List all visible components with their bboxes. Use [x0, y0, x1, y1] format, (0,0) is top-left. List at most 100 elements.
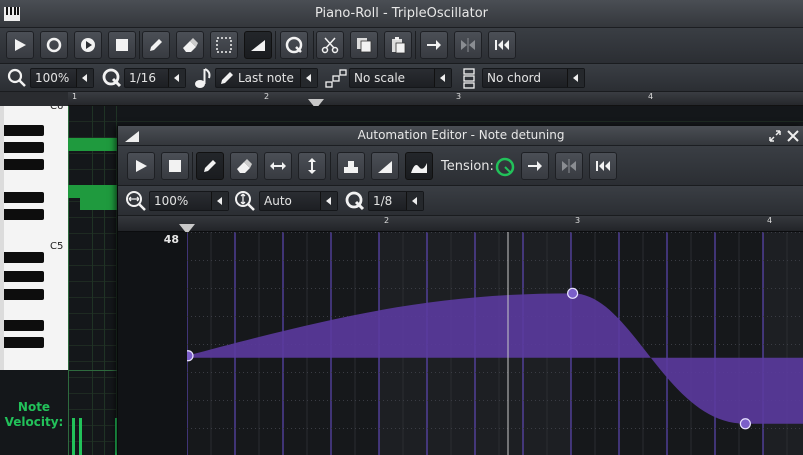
note-block[interactable] — [80, 198, 118, 210]
white-key[interactable] — [4, 223, 68, 242]
scale-icon — [325, 68, 347, 92]
toolbar-separator — [275, 31, 276, 59]
horizontal-zoom-value: 100% — [154, 194, 189, 208]
flip-horizontal-button[interactable] — [264, 152, 292, 180]
automation-zoom-toolbar: 100% Auto 1/8 — [118, 186, 803, 216]
vertical-zoom-value: Auto — [264, 194, 292, 208]
automation-draw-mode-button[interactable] — [196, 152, 224, 180]
chevron-left-icon — [211, 192, 228, 210]
loop-points-button[interactable] — [454, 31, 482, 59]
automation-stop-behaviour-button[interactable] — [589, 152, 617, 180]
chord-combobox[interactable]: No chord — [482, 68, 585, 88]
toolbar-separator — [415, 31, 416, 59]
chevron-left-icon — [300, 69, 317, 87]
octave-label-c6: C6 — [50, 106, 64, 112]
piano-roll-titlebar: Piano-Roll - TripleOscillator — [0, 0, 803, 28]
stop-button[interactable] — [108, 31, 136, 59]
quantize-button[interactable] — [280, 31, 308, 59]
white-key[interactable] — [4, 169, 68, 188]
automation-graph[interactable] — [187, 232, 803, 455]
black-key[interactable] — [4, 209, 44, 220]
automation-autoscroll-button[interactable] — [521, 152, 549, 180]
pencil-icon — [219, 70, 235, 91]
piano-roll-options-toolbar: 100% 1/16 Last note No scale No chord — [0, 64, 803, 92]
stop-behaviour-button[interactable] — [488, 31, 516, 59]
automation-erase-mode-button[interactable] — [230, 152, 258, 180]
horizontal-zoom-combobox[interactable]: 100% — [149, 191, 229, 211]
scale-value: No scale — [354, 71, 406, 85]
timeline-mark: 4 — [767, 216, 773, 225]
time-line-autoscroll-button[interactable] — [420, 31, 448, 59]
quantize-combobox[interactable]: 1/16 — [124, 68, 186, 88]
black-key[interactable] — [4, 125, 44, 136]
grid-beat-line — [104, 106, 105, 455]
chevron-left-icon — [76, 69, 93, 87]
automation-control-point[interactable] — [739, 418, 751, 430]
timeline-mark: 3 — [575, 216, 581, 225]
toolbar-separator — [330, 152, 331, 180]
toolbar-separator — [192, 152, 193, 180]
scale-combobox[interactable]: No scale — [349, 68, 452, 88]
automation-control-point[interactable] — [187, 350, 194, 362]
piano-roll-title: Piano-Roll - TripleOscillator — [314, 6, 489, 21]
record-while-playing-button[interactable] — [74, 31, 102, 59]
note-length-icon — [193, 67, 213, 93]
select-mode-button[interactable] — [210, 31, 238, 59]
erase-mode-button[interactable] — [176, 31, 204, 59]
chevron-left-icon — [320, 192, 337, 210]
black-key[interactable] — [4, 271, 44, 282]
black-key[interactable] — [4, 289, 44, 300]
draw-mode-button[interactable] — [142, 31, 170, 59]
automation-main-toolbar: Tension: — [118, 146, 803, 186]
automation-stop-button[interactable] — [161, 152, 189, 180]
black-key[interactable] — [4, 320, 44, 331]
velocity-bar[interactable] — [72, 418, 75, 455]
chevron-left-icon — [434, 69, 451, 87]
pitch-bend-mode-button[interactable] — [244, 31, 272, 59]
black-key[interactable] — [4, 337, 44, 348]
note-block[interactable] — [68, 138, 118, 151]
toolbar-separator — [139, 31, 140, 59]
automation-editor-title: Automation Editor - Note detuning — [357, 128, 565, 142]
flip-vertical-button[interactable] — [298, 152, 326, 180]
black-key[interactable] — [4, 159, 44, 170]
velocity-bar[interactable] — [79, 418, 82, 455]
linear-progression-button[interactable] — [371, 152, 399, 180]
zoom-value: 100% — [35, 71, 70, 85]
note-block[interactable] — [68, 185, 118, 198]
piano-keyboard[interactable]: C6 C5 — [0, 106, 68, 370]
black-key[interactable] — [4, 252, 44, 263]
automation-play-button[interactable] — [127, 152, 155, 180]
octave-label-c5: C5 — [50, 241, 64, 252]
note-length-combobox[interactable]: Last note — [215, 68, 318, 88]
white-key[interactable] — [4, 349, 68, 370]
zoom-combobox[interactable]: 100% — [30, 68, 94, 88]
piano-roll-main-toolbar — [0, 28, 803, 64]
grid-bar-line — [68, 106, 69, 455]
automation-control-point[interactable] — [567, 287, 579, 299]
discrete-progression-button[interactable] — [337, 152, 365, 180]
chevron-left-icon — [406, 192, 423, 210]
timeline-left-corner — [0, 92, 68, 106]
play-button[interactable] — [6, 31, 34, 59]
value-axis: 48 — [118, 232, 187, 455]
horizontal-zoom-icon — [125, 190, 147, 216]
automation-timeline[interactable]: 2 3 4 — [118, 216, 803, 234]
piano-icon — [4, 5, 20, 21]
automation-quantize-icon — [344, 190, 366, 216]
paste-button[interactable] — [384, 31, 412, 59]
piano-roll-timeline[interactable]: 1 2 3 4 — [68, 92, 803, 109]
tension-knob[interactable] — [495, 157, 515, 181]
vertical-zoom-combobox[interactable]: Auto — [259, 191, 338, 211]
chevron-left-icon — [567, 69, 584, 87]
black-key[interactable] — [4, 192, 44, 203]
automation-editor-window: Automation Editor - Note detuning Tensio… — [117, 126, 803, 455]
velocity-label: Note Velocity: — [4, 400, 64, 429]
black-key[interactable] — [4, 142, 44, 153]
copy-button[interactable] — [350, 31, 378, 59]
record-button[interactable] — [40, 31, 68, 59]
automation-quantize-combobox[interactable]: 1/8 — [368, 191, 424, 211]
cubic-hermite-progression-button[interactable] — [405, 152, 433, 180]
cut-button[interactable] — [316, 31, 344, 59]
automation-loop-points-button[interactable] — [555, 152, 583, 180]
